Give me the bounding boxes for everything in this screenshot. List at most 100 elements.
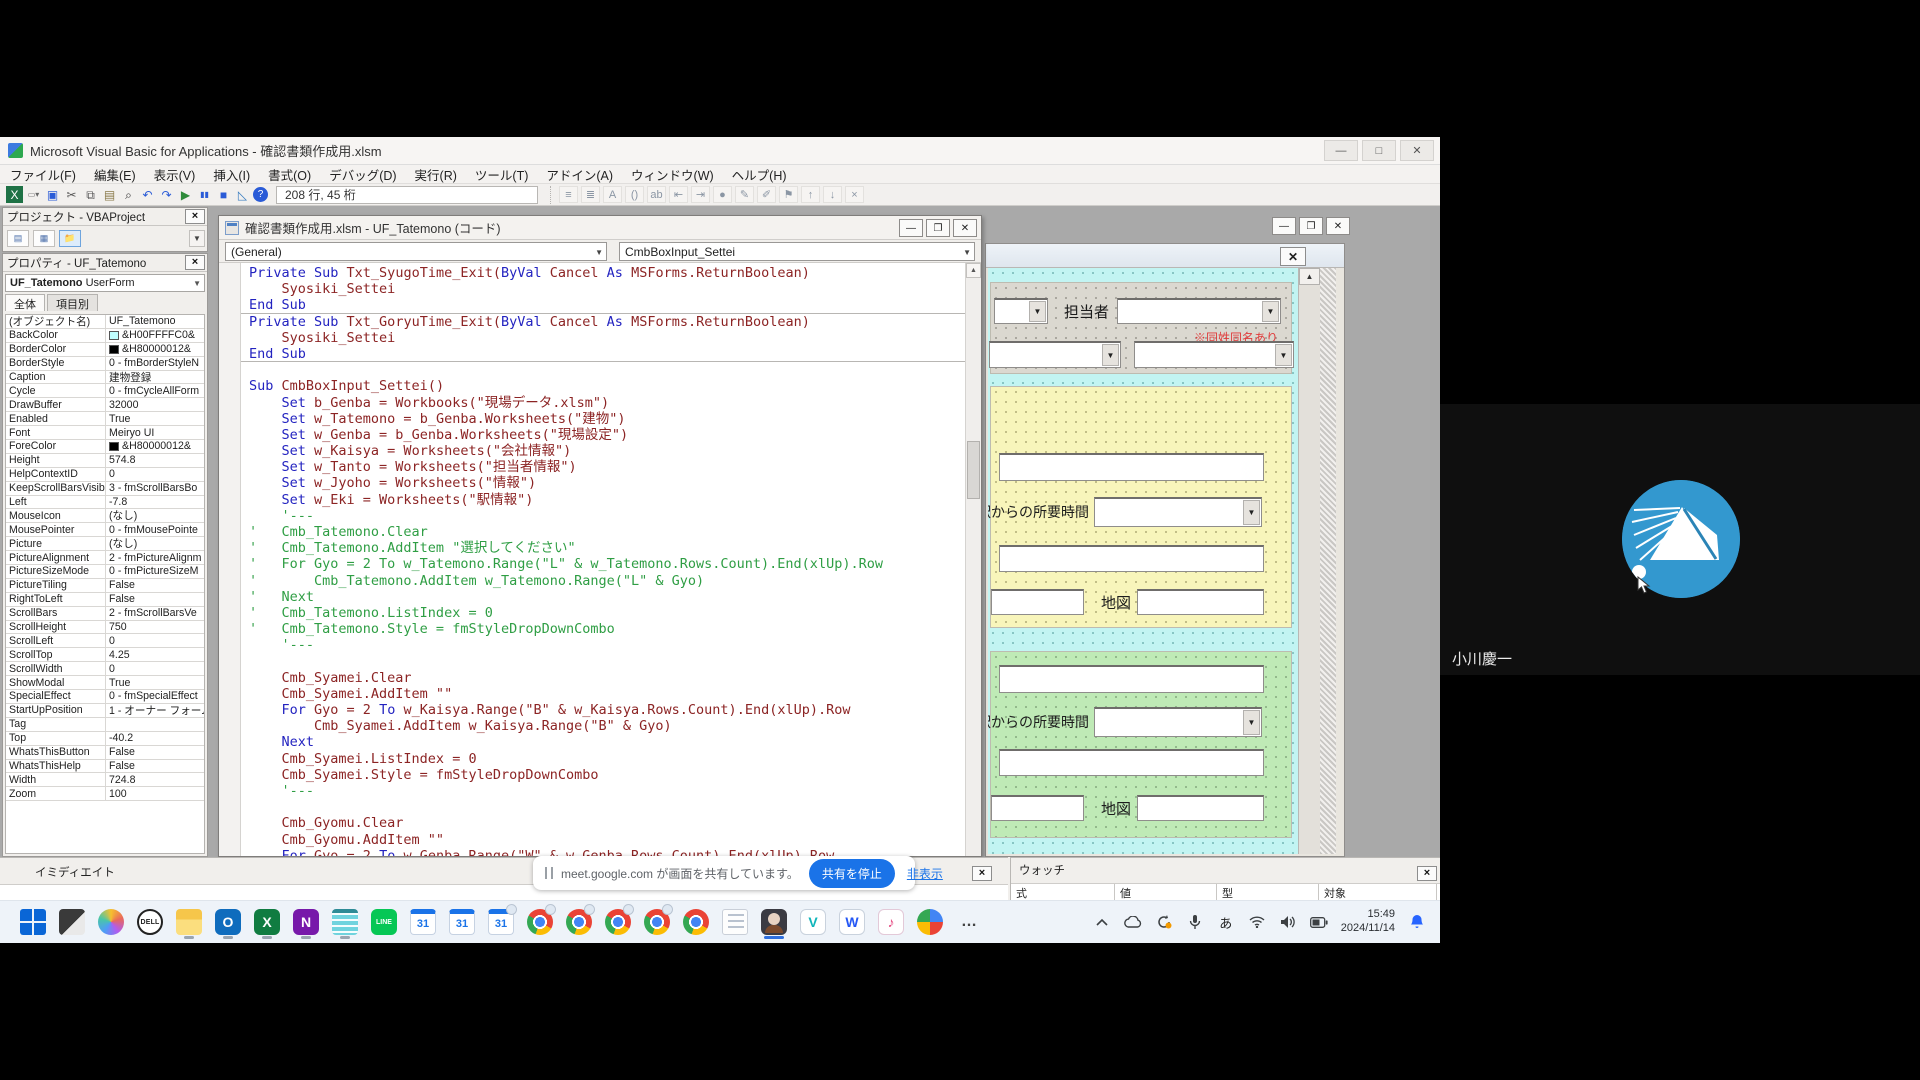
view-excel-icon[interactable]: X — [6, 186, 23, 203]
text-box[interactable] — [999, 665, 1264, 693]
google-calendar-1-icon[interactable]: 31 — [408, 905, 438, 939]
google-photos-icon[interactable] — [915, 905, 945, 939]
widgets-app-icon[interactable] — [57, 905, 87, 939]
property-row[interactable]: PictureAlignment2 - fmPictureAlignm — [6, 551, 204, 565]
view-object-icon[interactable]: ▦ — [33, 230, 55, 247]
taskbar-clock[interactable]: 15:49 2024/11/14 — [1341, 908, 1395, 936]
project-scroll-icon[interactable]: ▼ — [189, 230, 205, 247]
menu-item[interactable]: 実行(R) — [415, 165, 457, 184]
property-row[interactable]: DrawBuffer32000 — [6, 398, 204, 412]
property-row[interactable]: Tag — [6, 718, 204, 732]
designer-minimize-icon[interactable]: — — [1272, 217, 1296, 235]
text-box[interactable] — [991, 795, 1084, 821]
property-row[interactable]: (オブジェクト名)UF_Tatemono — [6, 315, 204, 329]
help-icon[interactable]: ? — [253, 187, 268, 202]
menu-item[interactable]: ヘルプ(H) — [732, 165, 787, 184]
combo-box[interactable]: ▼ — [1094, 497, 1262, 527]
userform-close-icon[interactable]: ✕ — [1280, 247, 1306, 266]
tab-categorized[interactable]: 項目別 — [47, 294, 98, 311]
properties-close-icon[interactable]: × — [185, 255, 205, 270]
copilot-icon[interactable] — [96, 905, 126, 939]
v-app-icon[interactable]: V — [798, 905, 828, 939]
excel-icon[interactable]: X — [252, 905, 282, 939]
property-row[interactable]: EnabledTrue — [6, 412, 204, 426]
combo-box[interactable]: ▼ — [994, 298, 1048, 324]
edit-toolbar-icon[interactable]: ⇤ — [669, 186, 688, 203]
menu-item[interactable]: ツール(T) — [475, 165, 528, 184]
google-calendar-2-icon[interactable]: 31 — [447, 905, 477, 939]
property-row[interactable]: Top-40.2 — [6, 732, 204, 746]
designer-close-icon[interactable]: ✕ — [1326, 217, 1350, 235]
ime-indicator[interactable]: あ — [1217, 913, 1235, 931]
close-button[interactable]: ✕ — [1400, 140, 1434, 161]
reset-icon[interactable]: ■ — [215, 186, 232, 203]
property-row[interactable]: KeepScrollBarsVisible3 - fmScrollBarsBo — [6, 482, 204, 496]
combo-box[interactable]: ▼ — [1094, 707, 1262, 737]
save-icon[interactable]: ▣ — [44, 186, 61, 203]
property-row[interactable]: SpecialEffect0 - fmSpecialEffect — [6, 690, 204, 704]
property-row[interactable]: ScrollWidth0 — [6, 662, 204, 676]
wifi-icon[interactable] — [1248, 913, 1266, 931]
scrollbar-thumb[interactable] — [967, 441, 980, 499]
dell-app-icon[interactable]: DELL — [135, 905, 165, 939]
notepad-icon[interactable] — [330, 905, 360, 939]
property-row[interactable]: FontMeiryo UI — [6, 426, 204, 440]
property-row[interactable]: PictureSizeMode0 - fmPictureSizeM — [6, 565, 204, 579]
google-calendar-3-icon[interactable]: 31 — [486, 905, 516, 939]
maximize-button[interactable]: □ — [1362, 140, 1396, 161]
windows-start-icon[interactable] — [18, 905, 48, 939]
menu-item[interactable]: アドイン(A) — [546, 165, 613, 184]
outlook-icon[interactable]: O — [213, 905, 243, 939]
text-box[interactable] — [1137, 589, 1264, 615]
hide-bar-link[interactable]: 非表示 — [907, 865, 943, 882]
procedure-dropdown[interactable]: CmbBoxInput_Settei▼ — [619, 242, 975, 261]
text-box[interactable] — [999, 545, 1264, 572]
combo-box[interactable]: ▼ — [989, 341, 1121, 368]
property-row[interactable]: Left-7.8 — [6, 496, 204, 510]
property-row[interactable]: WhatsThisHelpFalse — [6, 760, 204, 774]
code-minimize-icon[interactable]: — — [899, 219, 923, 237]
onedrive-cloud-icon[interactable] — [1124, 913, 1142, 931]
watch-close-icon[interactable]: × — [1417, 866, 1437, 881]
meet-participant-icon[interactable] — [759, 905, 789, 939]
property-row[interactable]: Height574.8 — [6, 454, 204, 468]
text-box[interactable] — [1137, 795, 1264, 821]
cut-icon[interactable]: ✂ — [63, 186, 80, 203]
property-row[interactable]: ScrollLeft0 — [6, 634, 204, 648]
property-row[interactable]: ScrollHeight750 — [6, 621, 204, 635]
edit-toolbar-icon[interactable]: ↑ — [801, 186, 820, 203]
design-mode-icon[interactable]: ◺ — [234, 186, 251, 203]
onenote-icon[interactable]: N — [291, 905, 321, 939]
property-row[interactable]: ScrollBars2 - fmScrollBarsVe — [6, 607, 204, 621]
edit-toolbar-icon[interactable]: ab — [647, 186, 666, 203]
view-code-icon[interactable]: ▤ — [7, 230, 29, 247]
menu-item[interactable]: ファイル(F) — [10, 165, 76, 184]
property-row[interactable]: BackColor&H00FFFFC0& — [6, 329, 204, 343]
insert-userform-icon[interactable]: ▭▾ — [25, 186, 42, 203]
stop-sharing-button[interactable]: 共有を停止 — [809, 859, 895, 888]
property-row[interactable]: Width724.8 — [6, 773, 204, 787]
property-row[interactable]: BorderColor&H80000012& — [6, 343, 204, 357]
property-row[interactable]: MouseIcon(なし) — [6, 509, 204, 523]
property-row[interactable]: ScrollTop4.25 — [6, 648, 204, 662]
menu-item[interactable]: 表示(V) — [154, 165, 196, 184]
music-app-icon[interactable]: ♪ — [876, 905, 906, 939]
break-icon[interactable]: ▮▮ — [196, 186, 213, 203]
object-dropdown[interactable]: (General)▼ — [225, 242, 607, 261]
property-row[interactable]: ShowModalTrue — [6, 676, 204, 690]
run-icon[interactable]: ▶ — [177, 186, 194, 203]
menu-item[interactable]: デバッグ(D) — [329, 165, 396, 184]
undo-icon[interactable]: ↶ — [139, 186, 156, 203]
menu-item[interactable]: 書式(O) — [268, 165, 311, 184]
chrome-profile-1-icon[interactable] — [525, 905, 555, 939]
designer-restore-icon[interactable]: ❐ — [1299, 217, 1323, 235]
property-row[interactable]: RightToLeftFalse — [6, 593, 204, 607]
property-row[interactable]: StartUpPosition1 - オーナー フォーム( — [6, 704, 204, 718]
property-row[interactable]: MousePointer0 - fmMousePointe — [6, 523, 204, 537]
tab-all[interactable]: 全体 — [5, 294, 45, 311]
property-row[interactable]: ForeColor&H80000012& — [6, 440, 204, 454]
edit-toolbar-icon[interactable]: ● — [713, 186, 732, 203]
paste-icon[interactable]: ▤ — [101, 186, 118, 203]
menu-item[interactable]: ウィンドウ(W) — [631, 165, 714, 184]
text-box[interactable] — [999, 453, 1264, 481]
